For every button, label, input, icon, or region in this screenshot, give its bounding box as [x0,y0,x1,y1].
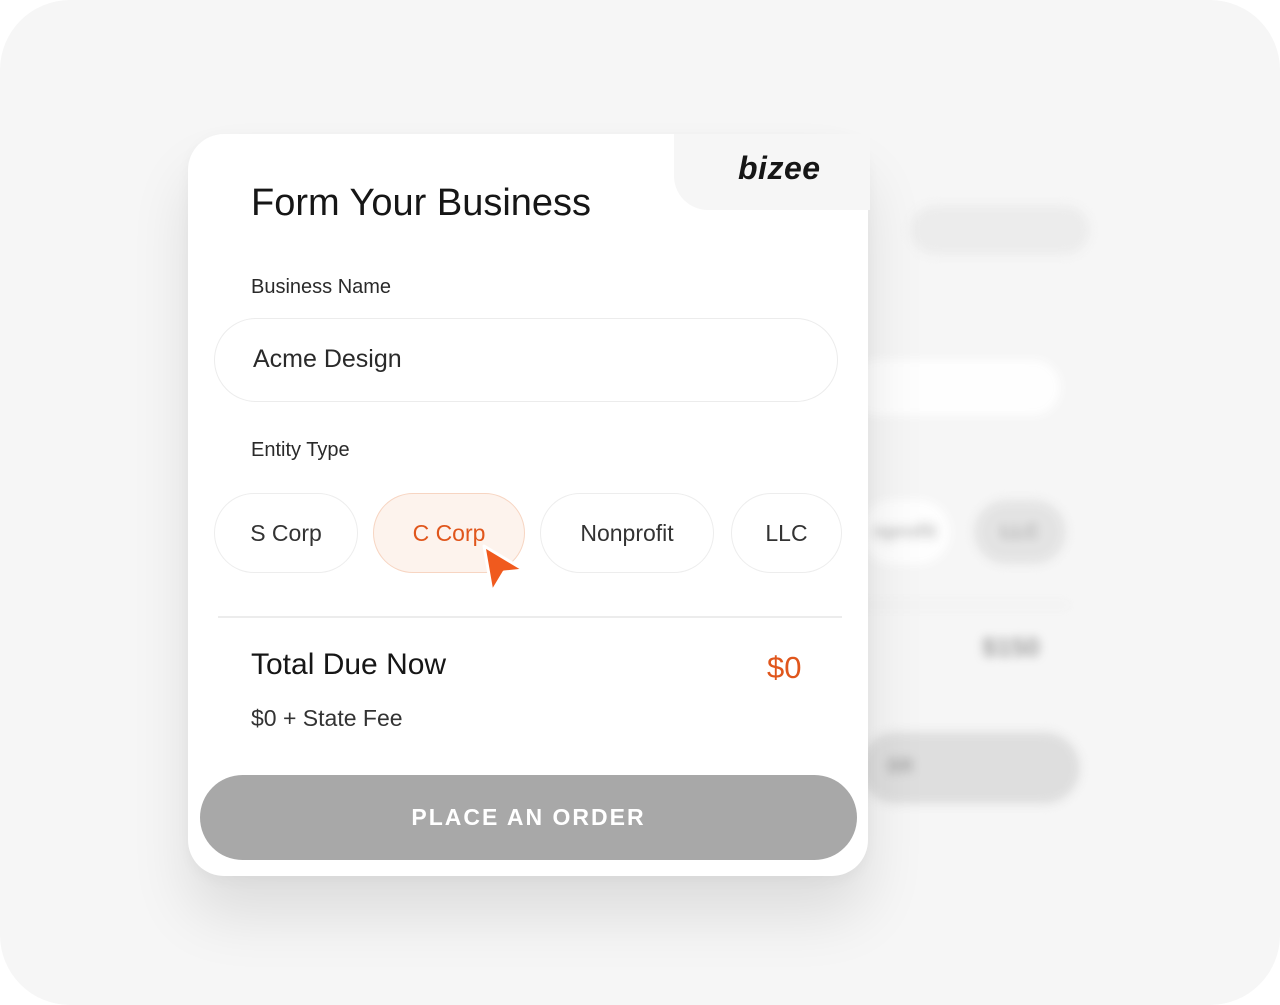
state-fee-note: $0 + State Fee [251,705,403,731]
entity-option-s-corp[interactable]: S Corp [214,493,358,573]
background-divider [860,604,1070,606]
background-button: ER [860,732,1080,804]
entity-type-label: Entity Type [251,439,350,461]
business-name-input[interactable]: Acme Design [214,318,838,402]
background-pill-nonprofit: nprofit [860,500,950,564]
background-price: $150 [982,632,1040,662]
page-title: Form Your Business [251,182,592,224]
background-input [850,360,1060,415]
bizee-logo: bizee [738,150,821,186]
total-due-value: $0 [767,650,802,685]
background-bar [910,205,1090,255]
background-pill-llc: LLC [974,500,1066,564]
pointer-arrow-icon [482,544,526,594]
entity-option-llc[interactable]: LLC [731,493,842,573]
section-divider [218,616,842,618]
place-order-button[interactable]: PLACE AN ORDER [200,775,857,860]
business-name-label: Business Name [251,276,392,298]
entity-option-nonprofit[interactable]: Nonprofit [540,493,714,573]
total-due-label: Total Due Now [251,648,447,681]
canvas-background: nprofit LLC $150 ER bizee Form Your Busi… [0,0,1280,1005]
